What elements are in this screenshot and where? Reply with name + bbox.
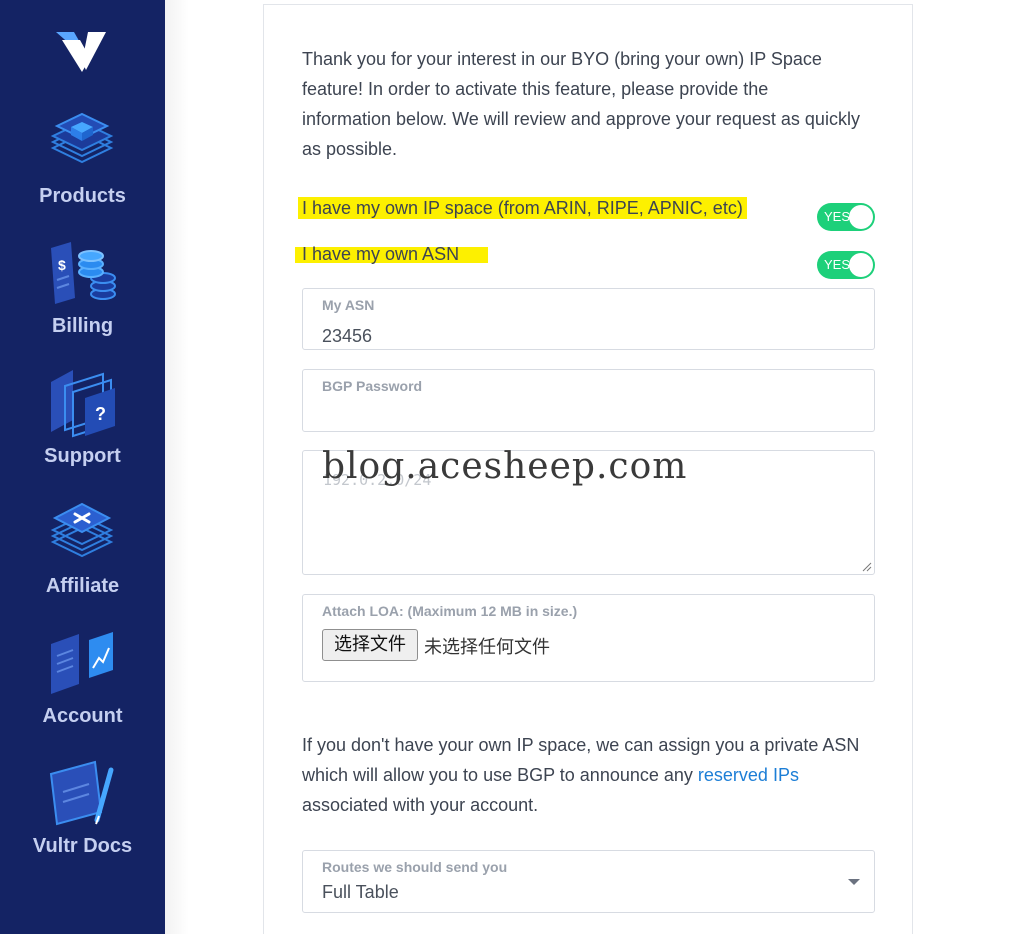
own-asn-label: I have my own ASN: [302, 244, 460, 264]
resize-grip-icon[interactable]: [862, 562, 872, 572]
own-ip-label: I have my own IP space (from ARIN, RIPE,…: [302, 198, 743, 218]
sidebar-item-billing[interactable]: $ Billing: [0, 238, 165, 348]
billing-icon: $: [51, 242, 116, 304]
svg-text:$: $: [58, 257, 66, 273]
file-status: 未选择任何文件: [424, 637, 550, 658]
account-icon: [51, 632, 113, 694]
sidebar-item-account[interactable]: Account: [0, 628, 165, 738]
sidebar-item-label: Affiliate: [45, 575, 120, 597]
products-icon: [50, 112, 114, 164]
toggle-knob: [849, 205, 873, 229]
vultr-logo-icon[interactable]: [52, 26, 108, 76]
private-asn-text-part: associated with your account.: [302, 795, 539, 815]
sidebar-item-vultr-docs[interactable]: Vultr Docs: [0, 758, 165, 868]
docs-icon: [49, 760, 114, 826]
sidebar-item-label: Vultr Docs: [32, 835, 133, 857]
choose-file-button[interactable]: 选择文件: [322, 629, 418, 661]
private-asn-text: If you don't have your own IP space, we …: [302, 730, 882, 820]
loa-upload-field: Attach LOA: (Maximum 12 MB in size.) 选择文…: [302, 594, 875, 682]
sidebar-item-label: Products: [39, 185, 126, 207]
watermark-text: blog.acesheep.com: [322, 446, 688, 487]
routes-select[interactable]: Routes we should send you Full Table: [302, 850, 875, 913]
bgp-password-field[interactable]: BGP Password: [302, 369, 875, 432]
sidebar-item-products[interactable]: Products: [0, 108, 165, 218]
chevron-down-icon: [848, 879, 860, 885]
toggle-state: YES: [824, 209, 851, 224]
routes-label: Routes we should send you: [322, 859, 508, 875]
bgp-password-label: BGP Password: [322, 378, 423, 394]
affiliate-icon: [50, 502, 114, 558]
sidebar-shadow: [165, 0, 189, 934]
loa-label: Attach LOA: (Maximum 12 MB in size.): [322, 603, 578, 619]
sidebar-item-support[interactable]: ? Support: [0, 368, 165, 478]
my-asn-label: My ASN: [322, 297, 375, 313]
own-ip-toggle[interactable]: YES: [817, 203, 875, 231]
sidebar: Products $ Billing ? Support Affiliate A…: [0, 0, 165, 934]
routes-value: Full Table: [322, 882, 399, 902]
my-asn-field[interactable]: My ASN 23456: [302, 288, 875, 350]
support-icon: ?: [51, 370, 115, 438]
intro-text: Thank you for your interest in our BYO (…: [302, 49, 860, 159]
svg-text:?: ?: [95, 404, 106, 424]
my-asn-value: 23456: [322, 326, 373, 346]
sidebar-item-label: Account: [42, 705, 123, 727]
toggle-knob: [849, 253, 873, 277]
own-asn-toggle[interactable]: YES: [817, 251, 875, 279]
sidebar-item-label: Billing: [51, 315, 114, 337]
sidebar-item-label: Support: [44, 445, 121, 467]
reserved-ips-link[interactable]: reserved IPs: [698, 765, 799, 785]
toggle-state: YES: [824, 257, 851, 272]
sidebar-item-affiliate[interactable]: Affiliate: [0, 498, 165, 608]
